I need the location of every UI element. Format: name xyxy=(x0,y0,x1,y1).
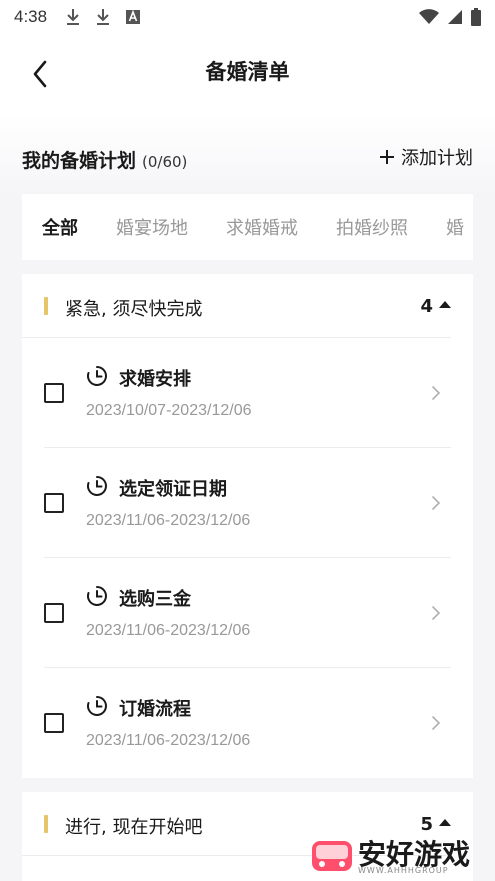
chevron-right-icon xyxy=(432,716,441,730)
group-count[interactable]: 4 xyxy=(420,296,451,317)
chevron-right-icon xyxy=(432,496,441,510)
group-accent-bar xyxy=(44,297,48,315)
add-plan-button[interactable]: 添加计划 xyxy=(379,144,473,170)
task-item[interactable]: 选购三金 2023/11/06-2023/12/06 xyxy=(44,558,451,668)
collapse-arrow-icon xyxy=(439,819,451,826)
tab-all[interactable]: 全部 xyxy=(42,214,78,240)
page-title: 备婚清单 xyxy=(205,60,290,84)
plan-title: 我的备婚计划 (0/60) xyxy=(22,146,187,173)
task-group-urgent: 紧急, 须尽快完成 4 求婚安排 2023/10/07-2023/12/06 选… xyxy=(22,274,473,778)
group-header[interactable]: 紧急, 须尽快完成 4 xyxy=(22,274,451,338)
task-checkbox[interactable] xyxy=(44,493,64,513)
group-count-value: 4 xyxy=(420,296,433,317)
plus-icon xyxy=(380,150,394,164)
collapse-arrow-icon xyxy=(439,301,451,308)
status-bar: 4:38 xyxy=(0,0,495,34)
task-date: 2023/11/06-2023/12/06 xyxy=(86,622,251,639)
clock-icon xyxy=(87,476,107,496)
task-item[interactable]: 求婚安排 2023/10/07-2023/12/06 xyxy=(44,338,451,448)
wifi-icon xyxy=(419,9,439,24)
task-item[interactable]: 选定领证日期 2023/11/06-2023/12/06 xyxy=(44,448,451,558)
watermark-text: 安好游戏 xyxy=(358,837,471,871)
task-name: 选定领证日期 xyxy=(119,479,227,500)
download-icon xyxy=(67,9,80,25)
nav-bar: 备婚清单 xyxy=(0,34,495,114)
category-tabs: 全部 婚宴场地 求婚婚戒 拍婚纱照 婚 xyxy=(22,194,473,260)
task-name: 订婚流程 xyxy=(119,699,191,720)
group-title: 紧急, 须尽快完成 xyxy=(65,299,203,320)
download-icon xyxy=(97,9,110,25)
signal-icon xyxy=(448,10,462,24)
task-checkbox[interactable] xyxy=(44,713,64,733)
task-date: 2023/10/07-2023/12/06 xyxy=(86,402,252,419)
chevron-right-icon xyxy=(432,386,441,400)
group-accent-bar xyxy=(44,815,48,833)
task-checkbox[interactable] xyxy=(44,603,64,623)
tab-venue[interactable]: 婚宴场地 xyxy=(116,214,188,240)
font-a-icon xyxy=(126,9,141,24)
status-time: 4:38 xyxy=(14,7,48,26)
task-name: 选购三金 xyxy=(119,589,191,610)
group-title: 进行, 现在开始吧 xyxy=(65,817,203,838)
tab-wedding-photos[interactable]: 拍婚纱照 xyxy=(336,214,408,240)
task-date: 2023/11/06-2023/12/06 xyxy=(86,512,251,529)
add-plan-label: 添加计划 xyxy=(401,148,473,169)
tab-more[interactable]: 婚 xyxy=(446,214,464,240)
plan-summary: 我的备婚计划 (0/60) 添加计划 xyxy=(0,114,495,194)
task-checkbox[interactable] xyxy=(44,383,64,403)
task-date: 2023/11/06-2023/12/06 xyxy=(86,732,251,749)
plan-title-text: 我的备婚计划 xyxy=(22,150,137,172)
task-item[interactable]: 订婚流程 2023/11/06-2023/12/06 xyxy=(44,668,451,778)
gamepad-logo-icon xyxy=(312,840,352,871)
tab-proposal-ring[interactable]: 求婚婚戒 xyxy=(226,214,298,240)
plan-count: (0/60) xyxy=(142,153,188,171)
clock-icon xyxy=(87,366,107,386)
battery-icon xyxy=(471,8,481,26)
clock-icon xyxy=(87,696,107,716)
chevron-right-icon xyxy=(432,606,441,620)
clock-icon xyxy=(87,586,107,606)
task-name: 求婚安排 xyxy=(119,369,191,390)
watermark-subtext: WWW.AHHHGROUP xyxy=(358,866,449,875)
status-right xyxy=(419,8,481,26)
